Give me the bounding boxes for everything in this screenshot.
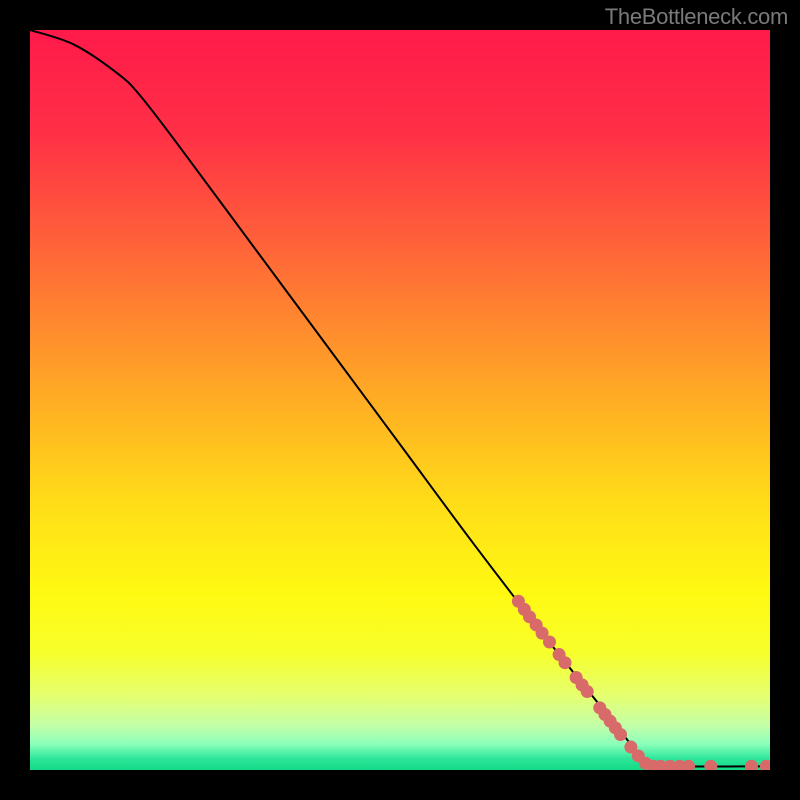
scatter-point (581, 685, 594, 698)
gradient-background (30, 30, 770, 770)
scatter-point (543, 635, 556, 648)
scatter-point (559, 656, 572, 669)
chart-container: TheBottleneck.com (0, 0, 800, 800)
plot-area (30, 30, 770, 770)
attribution-label: TheBottleneck.com (605, 4, 788, 30)
chart-svg (30, 30, 770, 770)
scatter-point (614, 728, 627, 741)
